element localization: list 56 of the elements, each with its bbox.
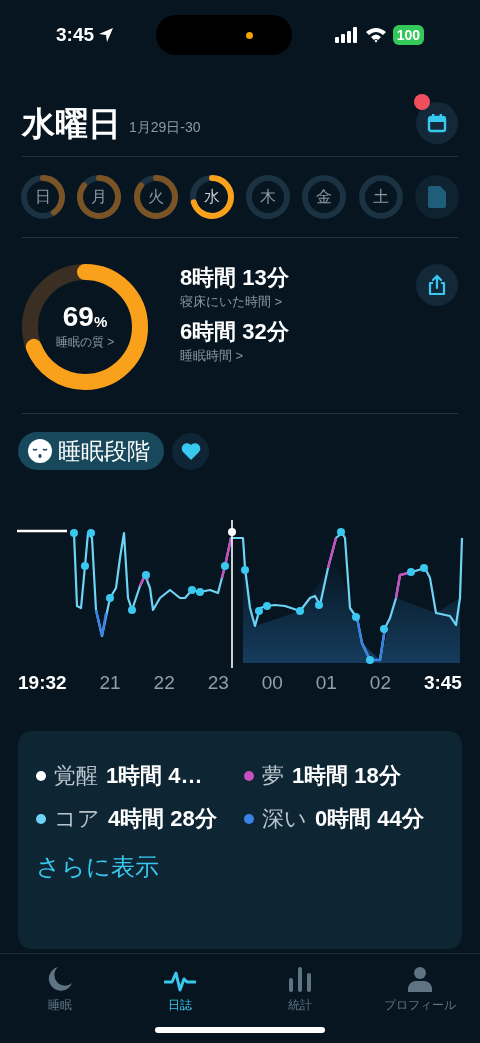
- day-ring-button[interactable]: 火: [133, 175, 178, 219]
- day-ring-button[interactable]: 日: [21, 175, 65, 219]
- favorite-button[interactable]: [172, 432, 209, 470]
- calendar-icon: [427, 113, 447, 133]
- axis-label: 21: [99, 670, 121, 695]
- tab-bar-item[interactable]: プロフィール: [360, 954, 480, 1043]
- sleeping-face-icon: [28, 439, 52, 463]
- battery-indicator: 100: [392, 25, 424, 45]
- bar-chart-icon: [288, 966, 312, 992]
- heart-icon: [180, 442, 201, 460]
- document-icon: [427, 186, 446, 208]
- quality-percent: 69: [62, 303, 94, 331]
- moon-icon: [47, 966, 73, 992]
- axis-label: 02: [369, 670, 391, 695]
- signal-icon: [334, 27, 359, 43]
- status-time: 3:45: [56, 22, 95, 47]
- duration-value: 8時間 13分: [180, 264, 289, 292]
- tab-bar-item[interactable]: 統計: [240, 954, 360, 1043]
- axis-label: 3:45: [423, 670, 462, 695]
- axis-label: 22: [153, 670, 175, 695]
- axis-label: 01: [315, 670, 337, 695]
- day-ring-button[interactable]: 土: [358, 175, 403, 219]
- day-ring-button[interactable]: 水: [189, 175, 234, 219]
- duration-link[interactable]: 睡眠時間 >: [180, 345, 289, 365]
- stage-duration: 1時間 18分: [292, 761, 402, 790]
- axis-label: 00: [261, 670, 283, 695]
- stage-label: 夢: [262, 762, 284, 790]
- waveform-icon: [164, 970, 196, 992]
- day-ring-button[interactable]: 金: [302, 175, 347, 219]
- day-ring-button[interactable]: 月: [77, 175, 122, 219]
- tab-bar-item[interactable]: 睡眠: [0, 954, 120, 1043]
- quality-link[interactable]: 睡眠の質 >: [55, 333, 115, 351]
- wifi-icon: [364, 27, 387, 43]
- day-title: 水曜日: [22, 106, 121, 140]
- stage-duration: 0時間 44分: [315, 804, 425, 833]
- duration-link[interactable]: 寝床にいた時間 >: [180, 292, 289, 312]
- report-button[interactable]: [414, 175, 459, 219]
- show-more-link[interactable]: さらに表示: [36, 849, 159, 885]
- share-button[interactable]: [416, 264, 458, 306]
- stage-label: 覚醒: [54, 762, 98, 790]
- stage-label: 深い: [262, 805, 307, 833]
- stage-label: コア: [54, 805, 100, 833]
- date-range: 1月29日-30: [129, 117, 201, 137]
- location-icon: [98, 27, 115, 43]
- sleep-stages-chip[interactable]: 睡眠段階: [18, 432, 164, 470]
- stage-duration: 1時間 4…: [106, 761, 204, 790]
- day-ring-button[interactable]: 木: [246, 175, 291, 219]
- tab-bar-item[interactable]: 日誌: [120, 954, 240, 1043]
- axis-label: 19:32: [18, 670, 67, 695]
- duration-value: 6時間 32分: [180, 317, 289, 346]
- calendar-button[interactable]: [416, 102, 458, 144]
- person-icon: [408, 966, 432, 992]
- percent-unit: %: [93, 314, 108, 329]
- stage-duration: 4時間 28分: [108, 804, 218, 833]
- axis-label: 23: [207, 670, 229, 695]
- share-icon: [427, 274, 447, 296]
